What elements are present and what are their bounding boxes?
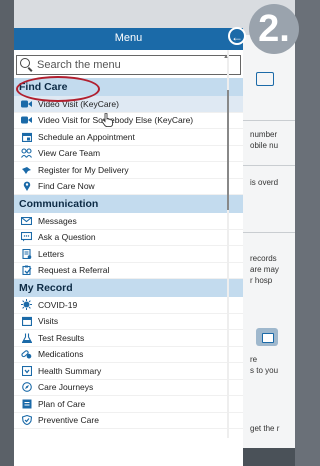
pills-icon (21, 349, 32, 359)
menu-item-label: Register for My Delivery (38, 164, 129, 175)
step-badge: 2. (249, 4, 299, 54)
menu-item-label: Schedule an Appointment (38, 131, 135, 142)
menu-item-visits[interactable]: Visits (14, 314, 243, 330)
menu-item-care-journeys[interactable]: Care Journeys (14, 380, 243, 396)
menu-item-view-care-team[interactable]: View Care Team (14, 146, 243, 162)
background-footer (243, 448, 295, 466)
menu-item-preventive-care[interactable]: Preventive Care (14, 413, 243, 429)
menu-item-messages[interactable]: Messages (14, 213, 243, 230)
menu-header: Menu (14, 28, 243, 50)
section-communication: Communication (14, 195, 243, 213)
menu-item-label: Find Care Now (38, 181, 95, 192)
background-text: number (250, 130, 278, 139)
menu-item-label: Ask a Question (38, 232, 96, 243)
menu-item-plan-of-care[interactable]: Plan of Care (14, 396, 243, 413)
background-text: s to you (250, 366, 279, 375)
menu-item-label: Video Visit for Somebody Else (KeyCare) (38, 115, 194, 126)
menu-item-register-delivery[interactable]: Register for My Delivery (14, 162, 243, 179)
shield-icon (21, 415, 32, 426)
search-input[interactable] (34, 59, 220, 71)
background-divider (243, 232, 295, 233)
envelope-icon (21, 216, 32, 226)
background-text: r hosp (250, 276, 273, 285)
map-pin-icon (21, 181, 32, 192)
background-text: get the r (250, 424, 280, 433)
menu-item-label: Visits (38, 316, 59, 327)
menu-item-label: Health Summary (38, 365, 102, 376)
background-text: are may (250, 265, 279, 274)
background-divider (243, 120, 295, 121)
calendar-plus-icon (21, 132, 32, 142)
menu-item-medications[interactable]: Medications (14, 347, 243, 363)
summary-icon (21, 365, 32, 376)
video-camera-icon (21, 115, 32, 125)
virus-icon (21, 299, 32, 311)
hand-cursor-icon (101, 113, 113, 127)
menu-item-schedule-appointment[interactable]: Schedule an Appointment (14, 129, 243, 146)
menu-title: Menu (114, 32, 143, 44)
menu-item-label: Medications (38, 349, 84, 360)
stork-icon (21, 165, 32, 175)
menu-item-ask-question[interactable]: Ask a Question (14, 230, 243, 246)
menu-item-label: Care Journeys (38, 382, 94, 393)
menu-back-button[interactable]: ← (228, 27, 246, 45)
background-text: is overd (250, 178, 279, 187)
menu-item-label: COVID-19 (38, 299, 78, 310)
highlight-ring (16, 76, 100, 102)
menu-item-health-summary[interactable]: Health Summary (14, 363, 243, 380)
plan-icon (21, 399, 32, 409)
menu-item-test-results[interactable]: Test Results (14, 330, 243, 347)
calendar-icon (21, 316, 32, 327)
menu-item-label: Test Results (38, 332, 85, 343)
menu-item-find-care-now[interactable]: Find Care Now (14, 179, 243, 195)
video-camera-icon (21, 99, 32, 109)
menu-item-label: Plan of Care (38, 398, 86, 409)
search-icon (20, 58, 34, 72)
background-calendar-icon (256, 328, 278, 346)
care-team-icon (21, 148, 32, 159)
menu-item-label: Request a Referral (38, 265, 110, 276)
menu-list: Find Care Video Visit (KeyCare) Video Vi… (14, 78, 243, 429)
menu-item-label: Preventive Care (38, 415, 99, 426)
background-divider (243, 165, 295, 166)
scroll-up-arrow-icon[interactable]: ▲ (223, 54, 229, 60)
menu-item-label: Messages (38, 215, 77, 226)
letter-icon (21, 248, 32, 259)
menu-scrollbar-thumb[interactable] (227, 90, 229, 210)
background-envelope-icon (256, 72, 274, 86)
chat-bubble-icon (21, 232, 32, 242)
flask-icon (21, 333, 32, 343)
compass-icon (21, 382, 32, 393)
background-content (243, 35, 295, 466)
referral-icon (21, 265, 32, 276)
menu-item-request-referral[interactable]: Request a Referral (14, 263, 243, 279)
background-text: obile nu (250, 141, 279, 150)
menu-item-covid-19[interactable]: COVID-19 (14, 297, 243, 314)
arrow-left-icon: ← (231, 30, 243, 44)
section-my-record: My Record (14, 279, 243, 297)
menu-search[interactable] (16, 55, 241, 75)
menu-item-label: Letters (38, 248, 64, 259)
background-left-strip (0, 0, 14, 466)
menu-item-video-visit-somebody-else[interactable]: Video Visit for Somebody Else (KeyCare) (14, 113, 243, 129)
menu-item-letters[interactable]: Letters (14, 246, 243, 263)
background-text: re (250, 355, 258, 364)
menu-item-label: View Care Team (38, 148, 101, 159)
background-text: records (250, 254, 277, 263)
